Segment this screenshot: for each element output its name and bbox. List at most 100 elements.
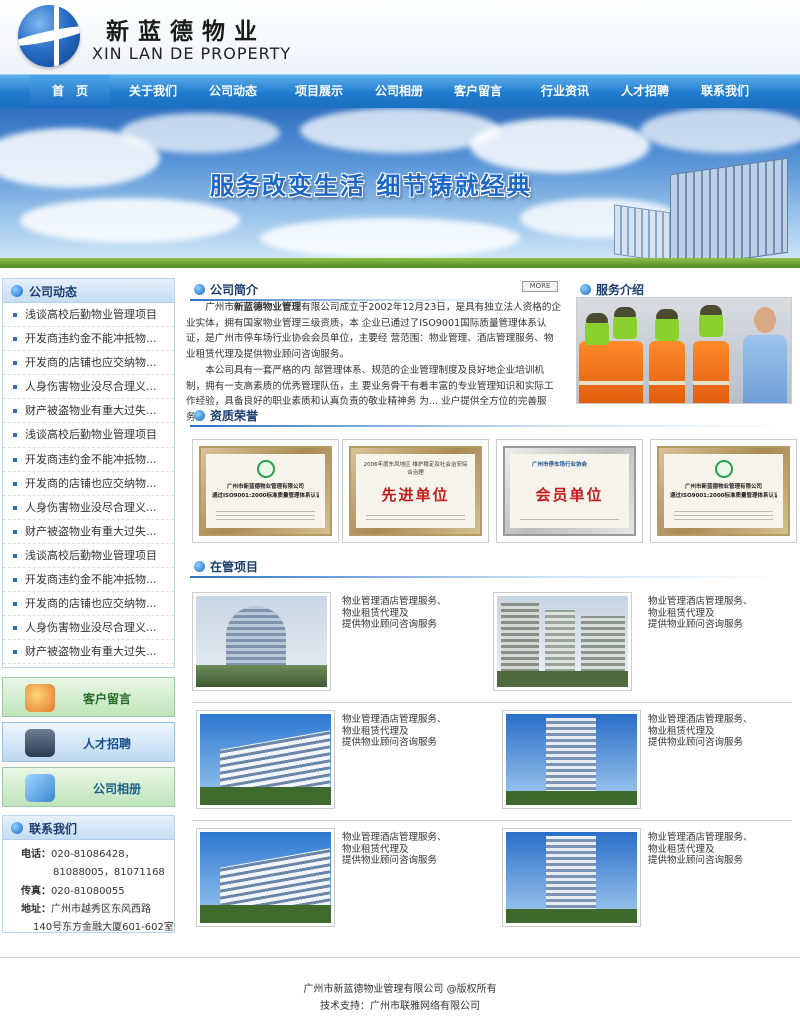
jobs-link-label[interactable]: 人才招聘: [83, 735, 131, 752]
certification-logo-icon: [256, 460, 275, 478]
logo-globe-icon[interactable]: [18, 5, 80, 67]
intro-paragraph-1: 广州市新蓝德物业管理有限公司成立于2002年12月23日，是具有独立法人资格的企…: [186, 302, 562, 361]
nav-guestbook[interactable]: 客户留言: [438, 75, 518, 108]
row-divider: [192, 820, 792, 821]
person-card-icon: [25, 729, 55, 757]
service-title: 服务介绍: [596, 283, 645, 297]
certificate-iso-2[interactable]: 广州市新蓝德物业管理有限公司 通过ISO9001:2000标准质量管理体系认证: [650, 439, 797, 543]
news-item-text[interactable]: 浅谈高校后勤物业管理项目: [25, 549, 157, 562]
honors-title: 资质荣誉: [210, 409, 259, 423]
intro-section-header: 公司简介: [190, 279, 560, 301]
nav-jobs[interactable]: 人才招聘: [605, 75, 685, 108]
news-item[interactable]: 人身伤害物业没尽合理义...: [3, 375, 174, 400]
bullet-icon: [11, 285, 23, 297]
project-thumbnail[interactable]: [502, 828, 641, 927]
project-thumbnail[interactable]: [192, 592, 331, 691]
honors-underline: [190, 425, 790, 427]
more-button[interactable]: MORE: [522, 281, 558, 292]
fax-value: 020-81080055: [51, 886, 125, 897]
news-item-text[interactable]: 财产被盗物业有重大过失...: [25, 525, 157, 538]
news-item[interactable]: 财产被盗物业有重大过失...: [3, 640, 174, 665]
project-description: 物业管理酒店管理服务、 物业租赁代理及 提供物业顾问咨询服务: [342, 832, 447, 866]
certificate-iso-1[interactable]: 广州市新蓝德物业管理有限公司 通过ISO9001:2000标准质量管理体系认证: [192, 439, 339, 543]
certificate-advanced-unit[interactable]: 2006年度东风地区 维护稳定及社会治安综合治理 先进单位: [342, 439, 489, 543]
news-item[interactable]: 开发商的店铺也应交纳物...: [3, 592, 174, 617]
phone-value-1: 020-81086428，: [51, 849, 135, 860]
news-item-text[interactable]: 浅谈高校后勤物业管理项目: [25, 308, 157, 321]
news-item[interactable]: 浅谈高校后勤物业管理项目: [3, 423, 174, 448]
news-item-text[interactable]: 财产被盗物业有重大过失...: [25, 404, 157, 417]
nav-about[interactable]: 关于我们: [113, 75, 193, 108]
news-item-text[interactable]: 浅谈高校后勤物业管理项目: [25, 428, 157, 441]
album-link-label[interactable]: 公司相册: [93, 780, 141, 797]
project-description: 物业管理酒店管理服务、 物业租赁代理及 提供物业顾问咨询服务: [648, 832, 753, 866]
news-item[interactable]: 开发商的店铺也应交纳物...: [3, 472, 174, 496]
news-item-text[interactable]: 开发商的店铺也应交纳物...: [25, 597, 157, 610]
row-divider: [192, 702, 792, 703]
contact-address: 地址：广州市越秀区东风西路: [21, 900, 151, 915]
news-sidebar: 公司动态 浅谈高校后勤物业管理项目 开发商违约金不能冲抵物... 开发商的店铺也…: [2, 278, 175, 668]
project-thumbnail[interactable]: [196, 710, 335, 809]
nav-home[interactable]: 首 页: [30, 75, 110, 108]
project-thumbnail[interactable]: [493, 592, 632, 691]
news-item-text[interactable]: 开发商违约金不能冲抵物...: [25, 332, 157, 345]
news-item[interactable]: 浅谈高校后勤物业管理项目: [3, 303, 174, 328]
certificate-member-unit[interactable]: 广州市停车场行业协会 会员单位: [496, 439, 643, 543]
intro-title: 公司简介: [210, 283, 259, 297]
square-bullet-icon: [13, 313, 17, 317]
square-bullet-icon: [13, 409, 17, 414]
nav-album[interactable]: 公司相册: [359, 75, 439, 108]
news-item[interactable]: 开发商违约金不能冲抵物...: [3, 327, 174, 352]
square-bullet-icon: [13, 650, 17, 655]
bullet-icon: [194, 561, 205, 572]
fax-label: 传真：: [21, 886, 51, 897]
contact-address-2: 140号东方金融大厦601-602室: [33, 922, 174, 933]
news-item[interactable]: 浅谈高校后勤物业管理项目: [3, 544, 174, 569]
news-item-text[interactable]: 开发商的店铺也应交纳物...: [25, 356, 157, 369]
news-item[interactable]: 财产被盗物业有重大过失...: [3, 399, 174, 424]
news-item-text[interactable]: 财产被盗物业有重大过失...: [25, 645, 157, 658]
contact-phone: 电话：020-81086428，: [21, 845, 135, 860]
banner-slogan: 服务改变生活 细节铸就经典: [210, 172, 533, 200]
guestbook-link-label[interactable]: 客户留言: [83, 690, 131, 707]
news-item[interactable]: 开发商的店铺也应交纳物...: [3, 351, 174, 376]
service-staff-photo[interactable]: [576, 297, 792, 404]
nav-industry[interactable]: 行业资讯: [525, 75, 605, 108]
news-item[interactable]: 人身伤害物业没尽合理义...: [3, 496, 174, 520]
contact-box: 联系我们 电话：020-81086428， 81088005，81071168 …: [2, 815, 175, 933]
square-bullet-icon: [13, 626, 17, 631]
news-item-text[interactable]: 开发商的店铺也应交纳物...: [25, 477, 157, 490]
nav-news[interactable]: 公司动态: [193, 75, 273, 108]
site-name-en: XIN LAN DE PROPERTY: [92, 44, 292, 63]
album-link-button[interactable]: 公司相册: [2, 767, 175, 807]
photo-album-icon: [25, 774, 55, 802]
news-item[interactable]: 开发商违约金不能冲抵物...: [3, 448, 174, 472]
contact-title: 联系我们: [29, 822, 78, 836]
nav-contact[interactable]: 联系我们: [685, 75, 765, 108]
news-item[interactable]: 人身伤害物业没尽合理义...: [3, 616, 174, 641]
square-bullet-icon: [13, 481, 17, 486]
address-value-1: 广州市越秀区东风西路: [51, 904, 151, 915]
news-item-text[interactable]: 人身伤害物业没尽合理义...: [25, 380, 157, 393]
certificate-company: 广州市新蓝德物业管理有限公司: [684, 484, 762, 490]
nav-projects[interactable]: 项目展示: [279, 75, 359, 108]
guestbook-link-button[interactable]: 客户留言: [2, 677, 175, 717]
jobs-link-button[interactable]: 人才招聘: [2, 722, 175, 762]
news-item-text[interactable]: 开发商违约金不能冲抵物...: [25, 573, 157, 586]
news-sidebar-header: 公司动态: [3, 279, 174, 303]
building-illustration: [600, 157, 800, 268]
contact-fax: 传真：020-81080055: [21, 882, 125, 897]
certification-logo-icon: [714, 460, 733, 478]
square-bullet-icon: [13, 457, 17, 462]
certificate-caption: 广州市停车场行业协会: [532, 462, 588, 468]
project-description: 物业管理酒店管理服务、 物业租赁代理及 提供物业顾问咨询服务: [342, 714, 447, 748]
news-item-text[interactable]: 人身伤害物业没尽合理义...: [25, 621, 157, 634]
news-item-text[interactable]: 人身伤害物业没尽合理义...: [25, 501, 157, 514]
news-item[interactable]: 财产被盗物业有重大过失...: [3, 520, 174, 544]
news-item[interactable]: 开发商违约金不能冲抵物...: [3, 568, 174, 593]
honors-section-header: 资质荣誉: [190, 405, 792, 427]
project-thumbnail[interactable]: [502, 710, 641, 809]
news-item-text[interactable]: 开发商违约金不能冲抵物...: [25, 453, 157, 466]
certificate-title: 会员单位: [535, 486, 604, 504]
project-thumbnail[interactable]: [196, 828, 335, 927]
